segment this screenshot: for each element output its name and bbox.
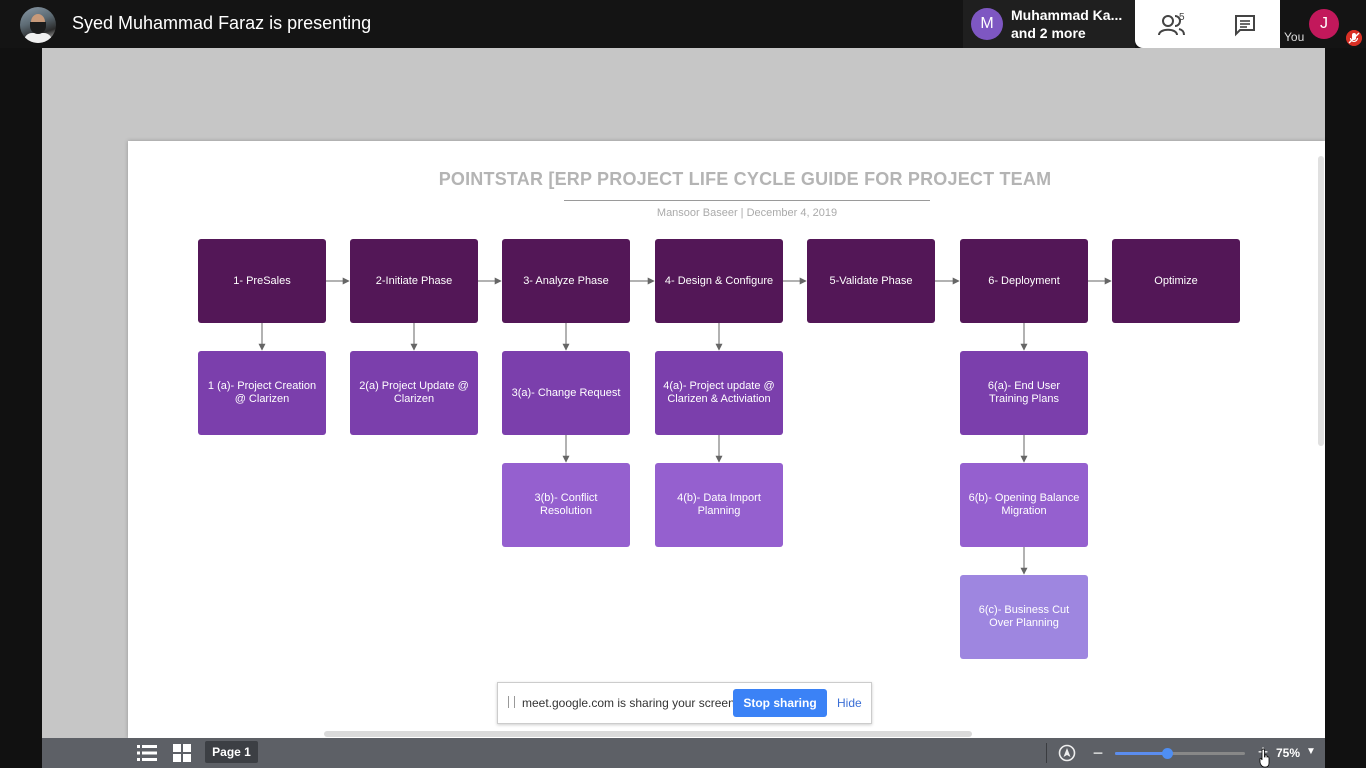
diagram-node: 4(a)- Project update @ Clarizen & Activi…	[655, 351, 783, 435]
share-message: meet.google.com is sharing your screen.	[522, 696, 739, 710]
participant-avatar: M	[971, 8, 1003, 40]
diagram-node: 6(b)- Opening Balance Migration	[960, 463, 1088, 547]
diagram-node: Optimize	[1112, 239, 1240, 323]
grid-view-icon[interactable]	[173, 744, 191, 762]
self-tile[interactable]: J You	[1280, 0, 1366, 48]
diagram-node: 3(b)- Conflict Resolution	[502, 463, 630, 547]
hide-button[interactable]: Hide	[837, 696, 862, 710]
diagram-node: 4(b)- Data Import Planning	[655, 463, 783, 547]
diagram-node: 4- Design & Configure	[655, 239, 783, 323]
toolbar-divider	[1046, 743, 1047, 763]
mic-off-icon	[1346, 30, 1362, 46]
self-label: You	[1284, 30, 1305, 44]
stop-sharing-button[interactable]: Stop sharing	[733, 689, 827, 717]
zoom-value[interactable]: 75%	[1276, 746, 1300, 760]
horizontal-scrollbar[interactable]	[324, 731, 972, 737]
document-page: POINTSTAR [ERP PROJECT LIFE CYCLE GUIDE …	[128, 141, 1325, 738]
people-count: 5	[1179, 12, 1185, 23]
list-view-icon[interactable]	[137, 744, 157, 762]
diagram-node: 3- Analyze Phase	[502, 239, 630, 323]
zoom-slider[interactable]	[1115, 748, 1245, 759]
diagram-node: 2-Initiate Phase	[350, 239, 478, 323]
chat-icon[interactable]	[1233, 13, 1257, 37]
zoom-slider-fill	[1115, 752, 1167, 755]
presenter-title: Syed Muhammad Faraz is presenting	[72, 13, 372, 33]
diagram-node: 5-Validate Phase	[807, 239, 935, 323]
meeting-controls-panel: 5	[1135, 0, 1280, 48]
minus-icon[interactable]: −	[1090, 744, 1106, 762]
page-indicator: Page 1	[205, 741, 258, 763]
viewer-toolbar: Page 1 − + 75% ▼	[42, 738, 1325, 768]
navigation-icon[interactable]	[1058, 744, 1076, 762]
diagram-node: 6(a)- End User Training Plans	[960, 351, 1088, 435]
participant-more: and 2 more	[1011, 25, 1086, 41]
diagram-node: 6(c)- Business Cut Over Planning	[960, 575, 1088, 659]
drag-handle[interactable]	[508, 696, 515, 708]
screen-share-notice: meet.google.com is sharing your screen. …	[497, 682, 872, 724]
chevron-down-icon[interactable]: ▼	[1306, 746, 1316, 757]
diagram-node: 1- PreSales	[198, 239, 326, 323]
diagram-node: 6- Deployment	[960, 239, 1088, 323]
participant-name: Muhammad Ka...	[1011, 7, 1123, 23]
diagram-node: 1 (a)- Project Creation @ Clarizen	[198, 351, 326, 435]
left-gutter	[0, 48, 42, 768]
zoom-slider-thumb[interactable]	[1162, 748, 1173, 759]
vertical-scrollbar[interactable]	[1318, 156, 1324, 446]
mouse-cursor	[1259, 748, 1270, 768]
other-participants-tile[interactable]: M Muhammad Ka... and 2 more	[963, 0, 1135, 48]
presenter-avatar	[20, 7, 56, 43]
right-gutter	[1325, 48, 1366, 768]
self-avatar: J	[1309, 9, 1339, 39]
diagram-node: 3(a)- Change Request	[502, 351, 630, 435]
diagram-connectors	[258, 277, 1112, 575]
diagram-node: 2(a) Project Update @ Clarizen	[350, 351, 478, 435]
